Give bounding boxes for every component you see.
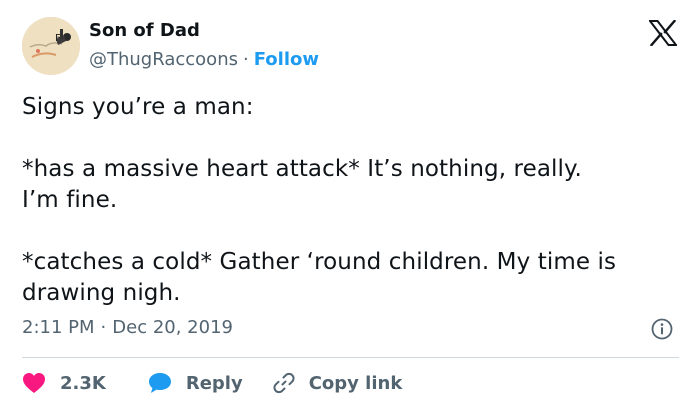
action-bar: 2.3K Reply Copy link (22, 368, 426, 398)
handle-separator: · (242, 49, 249, 70)
tweet-card: F Son of Dad @ThugRaccoons · Follow Signs … (0, 0, 700, 410)
tweet-text-line: *catches a cold* Gather ‘round children.… (22, 249, 617, 306)
info-icon[interactable] (651, 318, 673, 340)
follow-button[interactable]: Follow (254, 49, 319, 70)
like-button[interactable]: 2.3K (22, 372, 106, 394)
reply-label: Reply (185, 372, 243, 394)
author-block: Son of Dad @ThugRaccoons · Follow (89, 19, 319, 72)
heart-icon (23, 373, 45, 393)
avatar-image: F (22, 17, 80, 75)
speech-bubble-icon (148, 373, 171, 393)
tweet-timestamp[interactable]: 2:11 PM · Dec 20, 2019 (22, 316, 233, 340)
tweet-text: Signs you’re a man: *has a massive heart… (22, 92, 682, 309)
tweet-time: 2:11 PM (22, 317, 95, 338)
tweet-text-line: *has a massive heart attack* It’s nothin… (22, 156, 582, 213)
avatar[interactable]: F (22, 17, 80, 75)
x-logo-icon[interactable] (649, 20, 677, 46)
author-display-name[interactable]: Son of Dad (89, 19, 319, 43)
author-handle-row: @ThugRaccoons · Follow (89, 48, 319, 72)
tweet-text-line: Signs you’re a man: (22, 94, 254, 120)
author-handle[interactable]: @ThugRaccoons (89, 49, 238, 70)
reply-button[interactable]: Reply (148, 372, 243, 394)
timestamp-separator: · (100, 317, 107, 338)
link-icon (273, 372, 295, 394)
copy-link-button[interactable]: Copy link (273, 372, 403, 394)
like-count: 2.3K (60, 372, 106, 394)
copy-link-label: Copy link (308, 372, 403, 394)
divider (22, 357, 679, 358)
svg-text:F: F (55, 33, 61, 44)
tweet-date: Dec 20, 2019 (112, 317, 233, 338)
